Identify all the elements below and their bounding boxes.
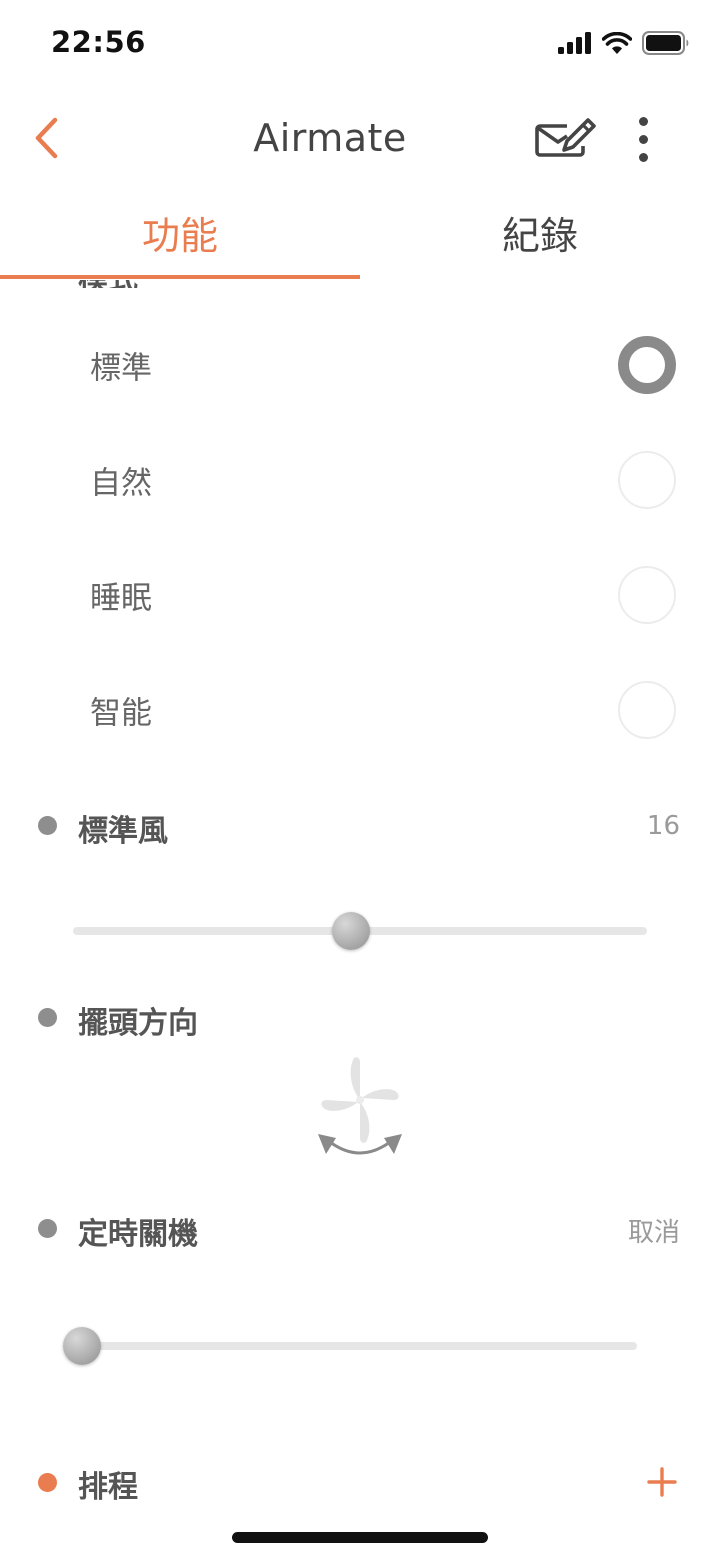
mode-heading: 模式 — [78, 280, 198, 288]
mode-option-label: 標準 — [90, 350, 152, 387]
wind-speed-title: 標準風 — [78, 814, 168, 849]
mail-edit-icon — [535, 118, 596, 157]
mode-option-label: 智能 — [90, 695, 152, 732]
radio-unselected-icon[interactable] — [618, 681, 676, 739]
battery-icon — [642, 31, 689, 55]
plus-icon — [647, 1467, 677, 1497]
timer-slider-thumb[interactable] — [63, 1327, 101, 1365]
schedule-title: 排程 — [78, 1470, 138, 1505]
mode-option-label: 自然 — [90, 465, 152, 502]
home-indicator — [232, 1532, 488, 1543]
more-dot-icon — [638, 152, 648, 162]
timer-slider[interactable] — [82, 1342, 637, 1350]
feedback-button[interactable] — [534, 112, 596, 166]
oscillation-toggle[interactable] — [310, 1052, 410, 1162]
section-bullet-icon — [38, 1219, 57, 1238]
status-icons — [558, 30, 690, 56]
status-time: 22:56 — [51, 25, 146, 59]
mode-option-natural[interactable]: 自然 — [0, 435, 720, 525]
cellular-signal-icon — [558, 32, 591, 54]
mode-option-sleep[interactable]: 睡眠 — [0, 550, 720, 640]
mode-heading-text: 模式 — [78, 280, 138, 288]
wifi-icon — [602, 32, 632, 54]
section-bullet-icon — [38, 1473, 57, 1492]
fan-oscillation-icon — [318, 1057, 402, 1155]
more-options-button[interactable] — [622, 112, 664, 166]
section-bullet-icon — [38, 816, 57, 835]
radio-selected-icon[interactable] — [618, 336, 676, 394]
section-bullet-icon — [38, 1008, 57, 1027]
more-dot-icon — [638, 116, 648, 126]
wind-speed-slider-thumb[interactable] — [332, 912, 370, 950]
timer-title: 定時關機 — [78, 1217, 198, 1252]
mode-option-standard[interactable]: 標準 — [0, 320, 720, 410]
mode-option-label: 睡眠 — [90, 580, 152, 617]
wind-speed-value: 16 — [646, 811, 680, 841]
add-schedule-button[interactable] — [646, 1466, 678, 1498]
tab-records[interactable]: 紀錄 — [360, 205, 720, 260]
radio-unselected-icon[interactable] — [618, 451, 676, 509]
oscillation-title: 擺頭方向 — [78, 1006, 198, 1041]
timer-cancel-button[interactable]: 取消 — [628, 1212, 680, 1249]
tab-active-indicator — [0, 275, 360, 279]
more-dot-icon — [638, 134, 648, 144]
radio-unselected-icon[interactable] — [618, 566, 676, 624]
mode-option-smart[interactable]: 智能 — [0, 665, 720, 755]
tab-functions[interactable]: 功能 — [0, 205, 360, 260]
